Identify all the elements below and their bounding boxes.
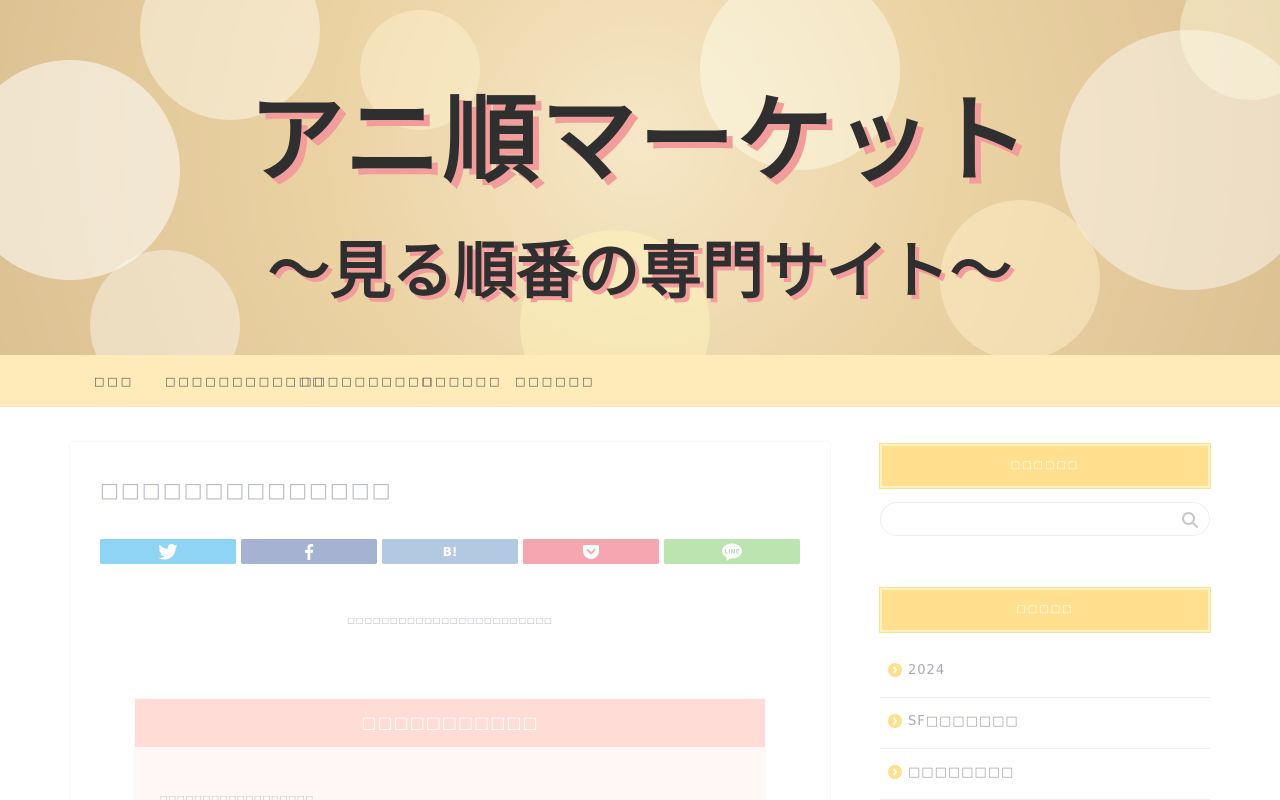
category-label: SF□□□□□□□: [908, 714, 1019, 729]
categories-widget-title: □□□□□: [879, 587, 1211, 633]
svg-text:LINE: LINE: [724, 548, 739, 555]
twitter-share-button[interactable]: [100, 539, 236, 564]
chevron-right-icon: [888, 765, 902, 779]
search-icon[interactable]: [1181, 511, 1199, 529]
category-item[interactable]: 2024: [880, 647, 1210, 698]
facebook-icon: [305, 543, 314, 560]
post-card: □□□□□□□□□□□□□□ B! LINE □□□□□□□□□□□□□□□□□…: [70, 442, 830, 800]
pocket-share-button[interactable]: [523, 539, 659, 564]
category-label: □□□□□□□□: [908, 765, 1015, 780]
site-logo-title[interactable]: アニ順マーケット: [0, 62, 1280, 201]
toc-title: □□□□□□□□□□□: [135, 699, 765, 747]
search-widget-title: □□□□□□: [879, 443, 1211, 489]
twitter-icon: [158, 543, 178, 560]
search-input[interactable]: [880, 502, 1210, 536]
hatena-share-button[interactable]: B!: [382, 539, 518, 564]
hatena-label: B!: [442, 544, 458, 559]
facebook-share-button[interactable]: [241, 539, 377, 564]
site-logo-subtitle: 〜見る順番の専門サイト〜: [267, 234, 1012, 307]
category-item[interactable]: SF□□□□□□□: [880, 698, 1210, 749]
nav-item-home[interactable]: □□□: [94, 375, 134, 388]
affiliate-notice: □□□□□□□□□□□□□□□□□□□□□□□□: [347, 616, 553, 625]
global-nav: □□□ □□□□□□□□□□□□ □□□□□□□□□□ □□□□□□ □□□□□…: [0, 355, 1280, 407]
nav-item-5[interactable]: □□□□□□: [515, 375, 595, 388]
line-icon: LINE: [722, 543, 742, 561]
line-share-button[interactable]: LINE: [664, 539, 800, 564]
chevron-right-icon: [888, 714, 902, 728]
pocket-icon: [583, 544, 599, 559]
site-header: アニ順マーケット 〜見る順番の専門サイト〜: [0, 0, 1280, 355]
toc-item[interactable]: □□□□□□□□□□□□□□□□□□: [160, 794, 314, 800]
category-label: 2024: [908, 663, 946, 678]
category-item[interactable]: □□□□□□□□: [880, 749, 1210, 800]
nav-item-3[interactable]: □□□□□□□□□□: [301, 375, 435, 388]
post-title: □□□□□□□□□□□□□□: [100, 478, 393, 502]
table-of-contents: □□□□□□□□□□□ □□□□□□□□□□□□□□□□□□: [135, 699, 765, 800]
chevron-right-icon: [888, 663, 902, 677]
nav-item-4[interactable]: □□□□□□: [422, 375, 502, 388]
